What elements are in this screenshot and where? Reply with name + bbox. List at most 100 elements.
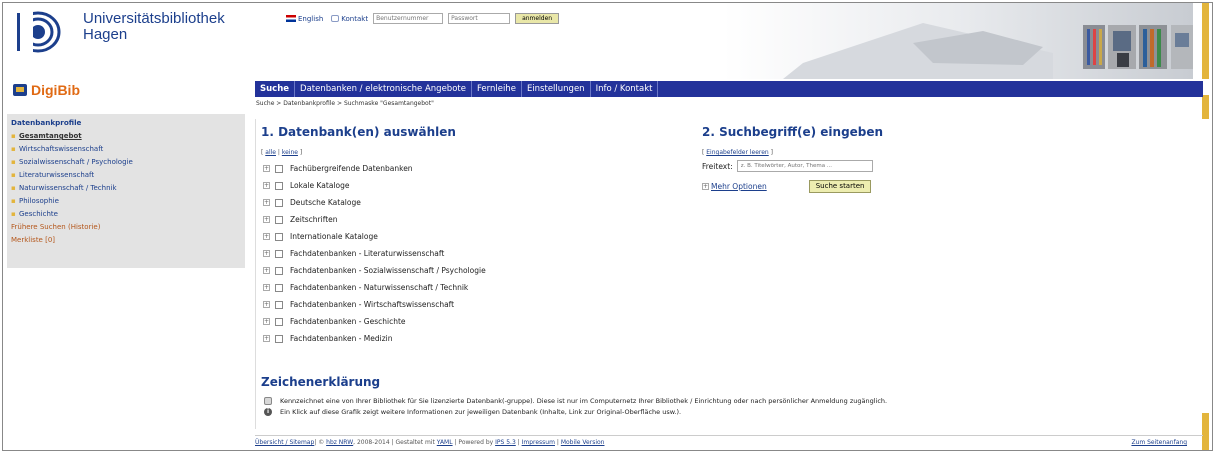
database-selection: 1. Datenbank(en) auswählen [ alle | kein…	[261, 125, 486, 347]
sidebar-item-wirtschaft[interactable]: Wirtschaftswissenschaft	[11, 143, 241, 156]
search-start-button[interactable]: Suche starten	[808, 180, 872, 193]
expand-icon[interactable]: +	[263, 182, 270, 189]
english-link[interactable]: English	[286, 15, 323, 23]
options-row: + Mehr Optionen Suche starten	[702, 180, 883, 193]
history-link[interactable]: Frühere Suchen (Historie)	[11, 221, 241, 234]
expand-icon[interactable]: +	[263, 199, 270, 206]
database-checkbox[interactable]	[275, 249, 283, 258]
legend-license-text: Kennzeichnet eine von Ihrer Bibliothek f…	[280, 397, 888, 405]
impressum-link[interactable]: Impressum	[522, 439, 555, 446]
sidebar-item-geschichte[interactable]: Geschichte	[11, 208, 241, 221]
search-terms: 2. Suchbegriff(e) eingeben [ Eingabefeld…	[702, 125, 883, 193]
right-accent-stripe	[1202, 3, 1212, 450]
nav-datenbanken[interactable]: Datenbanken / elektronische Angebote	[295, 81, 472, 97]
sidebar-item-literatur[interactable]: Literaturwissenschaft	[11, 169, 241, 182]
database-checkbox[interactable]	[275, 300, 283, 309]
bracket-close: ]	[299, 149, 303, 156]
gold-bar-mid	[1202, 95, 1209, 119]
select-none-link[interactable]: keine	[282, 149, 298, 156]
database-row: + Fachdatenbanken - Literaturwissenschaft	[261, 245, 486, 262]
expand-icon[interactable]: +	[263, 267, 270, 274]
separator: |	[277, 149, 280, 156]
university-name-line2: Hagen	[83, 26, 128, 43]
watchlist-link[interactable]: Merkliste [0]	[11, 234, 241, 247]
database-label: Fachdatenbanken - Naturwissenschaft / Te…	[290, 283, 469, 292]
expand-icon[interactable]: +	[263, 335, 270, 342]
select-all-link[interactable]: alle	[265, 149, 276, 156]
database-checkbox[interactable]	[275, 232, 283, 241]
database-row: + Deutsche Kataloge	[261, 194, 486, 211]
expand-icon[interactable]: +	[263, 284, 270, 291]
hbz-link[interactable]: hbz NRW	[326, 439, 353, 446]
digibib-logo[interactable]: DigiBib	[13, 82, 80, 98]
sidebar-item-sozial[interactable]: Sozialwissenschaft / Psychologie	[11, 156, 241, 169]
section2-title: 2. Suchbegriff(e) eingeben	[702, 125, 884, 139]
back-to-top-link[interactable]: Zum Seitenanfang	[1131, 439, 1187, 446]
freitext-input[interactable]	[736, 160, 873, 172]
university-logo[interactable]	[15, 11, 61, 53]
top-bar: English Kontakt anmelden	[286, 13, 560, 24]
sidebar: Datenbankprofile Gesamtangebot Wirtschaf…	[7, 114, 245, 268]
yaml-link[interactable]: YAML	[437, 439, 453, 446]
database-checkbox[interactable]	[275, 317, 283, 326]
database-checkbox[interactable]	[275, 266, 283, 275]
more-options-link[interactable]: Mehr Optionen	[711, 182, 767, 191]
sidebar-item-philosophie[interactable]: Philosophie	[11, 195, 241, 208]
database-checkbox[interactable]	[275, 181, 283, 190]
database-checkbox[interactable]	[275, 334, 283, 343]
database-row: + Fachdatenbanken - Wirtschaftswissenscha…	[261, 296, 486, 313]
login-button[interactable]: anmelden	[515, 13, 560, 24]
legend-title: Zeichenerklärung	[261, 375, 381, 389]
nav-fernleihe[interactable]: Fernleihe	[472, 81, 522, 97]
user-number-input[interactable]	[373, 13, 444, 24]
clear-fields-link[interactable]: Eingabefelder leeren	[706, 149, 768, 156]
header: Universitätsbibliothek Hagen English Kon…	[3, 3, 1203, 79]
ips-link[interactable]: IPS 5.3	[495, 439, 516, 446]
footer-text: , 2008-2014 | Gestaltet mit	[353, 439, 437, 446]
database-label: Internationale Kataloge	[290, 232, 378, 241]
database-checkbox[interactable]	[275, 283, 283, 292]
contact-link[interactable]: Kontakt	[331, 15, 368, 23]
database-label: Fachdatenbanken - Literaturwissenschaft	[290, 249, 445, 258]
database-checkbox[interactable]	[275, 164, 283, 173]
sitemap-link[interactable]: Übersicht / Sitemap	[255, 439, 314, 446]
expand-icon[interactable]: +	[263, 216, 270, 223]
password-input[interactable]	[448, 13, 511, 24]
freitext-label: Freitext:	[702, 161, 733, 171]
sidebar-item-natur[interactable]: Naturwissenschaft / Technik	[11, 182, 241, 195]
contact-icon	[331, 15, 340, 22]
expand-options-icon[interactable]: +	[702, 183, 709, 190]
database-label: Lokale Kataloge	[290, 181, 350, 190]
sidebar-item-gesamtangebot[interactable]: Gesamtangebot	[11, 130, 241, 143]
legend-row-info: i Ein Klick auf diese Grafik zeigt weite…	[264, 408, 887, 416]
database-checkbox[interactable]	[275, 215, 283, 224]
breadcrumb: Suche > Datenbankprofile > Suchmaske "Ge…	[256, 100, 434, 107]
english-link-label: English	[298, 14, 324, 23]
database-row: + Fachdatenbanken - Geschichte	[261, 313, 486, 330]
expand-icon[interactable]: +	[263, 301, 270, 308]
uk-flag-icon	[286, 15, 296, 22]
expand-icon[interactable]: +	[263, 165, 270, 172]
page-frame: Universitätsbibliothek Hagen English Kon…	[2, 2, 1213, 451]
database-row: + Fachdatenbanken - Medizin	[261, 330, 486, 347]
expand-icon[interactable]: +	[263, 233, 270, 240]
nav-einstellungen[interactable]: Einstellungen	[522, 81, 591, 97]
database-label: Fachdatenbanken - Sozialwissenschaft / P…	[290, 266, 486, 275]
digibib-icon	[13, 84, 27, 96]
expand-icon[interactable]: +	[263, 250, 270, 257]
gold-bar-top	[1202, 3, 1209, 79]
nav-info-kontakt[interactable]: Info / Kontakt	[591, 81, 659, 97]
university-name[interactable]: Universitätsbibliothek Hagen	[83, 11, 225, 43]
mobile-version-link[interactable]: Mobile Version	[561, 439, 605, 446]
database-row: + Zeitschriften	[261, 211, 486, 228]
database-checkbox[interactable]	[275, 198, 283, 207]
legend-info-text: Ein Klick auf diese Grafik zeigt weitere…	[280, 408, 682, 416]
clear-fields: [ Eingabefelder leeren ]	[702, 149, 773, 156]
gold-bar-bottom	[1202, 413, 1209, 450]
expand-icon[interactable]: +	[263, 318, 270, 325]
nav-suche[interactable]: Suche	[255, 81, 296, 97]
main-content: 1. Datenbank(en) auswählen [ alle | kein…	[255, 119, 1203, 429]
lock-icon	[264, 397, 272, 405]
sidebar-heading[interactable]: Datenbankprofile	[11, 118, 241, 127]
database-label: Fachübergreifende Datenbanken	[290, 164, 413, 173]
